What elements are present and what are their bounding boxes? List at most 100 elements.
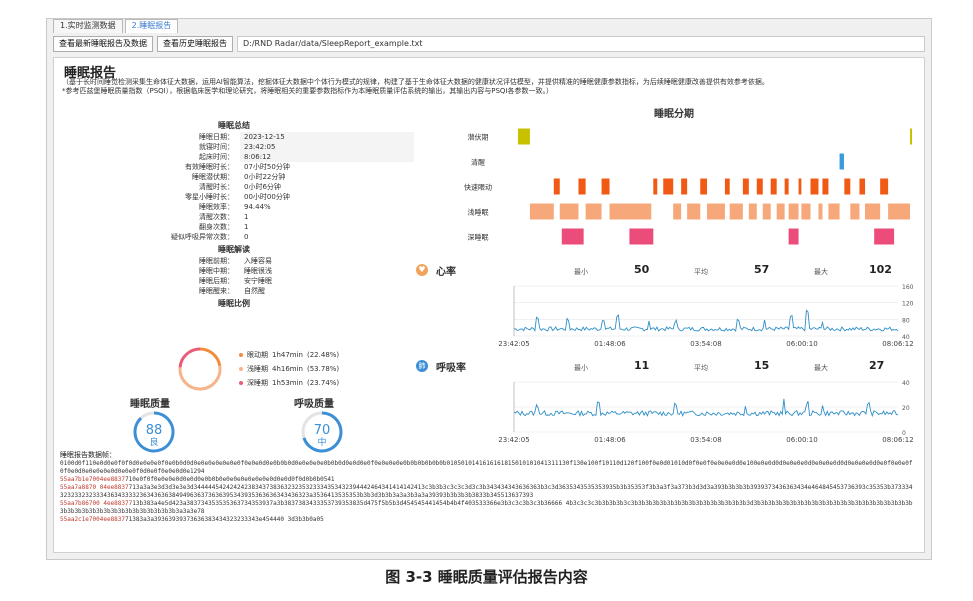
breath-rate-chart: 4020023:42:05 01:48:06 03:54:08 06:00:10 08:… xyxy=(498,380,913,444)
view-latest-report-button[interactable]: 查看最新睡眠报告及数据 xyxy=(53,36,153,52)
ytick: 80 xyxy=(902,317,910,324)
stage-segment xyxy=(629,228,654,245)
legend-time: 4h16min xyxy=(272,365,303,373)
interpretation-rows: 睡眠前期： 入睡容易 睡眠中期： 睡眠很浅 睡眠后期： 安宁睡眠 睡眠醒来： 自然醒 xyxy=(114,256,414,296)
stage-segment xyxy=(653,178,658,195)
stage-segment xyxy=(529,203,554,220)
interpretation-row: 睡眠中期： 睡眠很浅 xyxy=(114,266,414,276)
legend-pct: (22.48%) xyxy=(307,351,340,359)
stage-segment xyxy=(828,203,840,220)
ytick: 120 xyxy=(902,301,914,308)
legend-name: 深睡期 xyxy=(247,379,268,387)
legend-dot xyxy=(239,367,243,371)
xtick: 01:48:06 xyxy=(594,340,626,348)
stage-segment xyxy=(517,128,530,145)
summary-row: 起床时间： 8:06:12 xyxy=(114,152,414,162)
summary-key: 睡眠日期： xyxy=(199,133,234,141)
summary-row: 有效睡眠时长： 07小时50分钟 xyxy=(114,162,414,172)
raw-line: 0100d0f110e0d0e0f0f0d0e0e0e0f0e0b0d0d0e0… xyxy=(60,460,913,475)
summary-key: 起床时间： xyxy=(199,153,234,161)
lung-icon: 肺 xyxy=(416,360,428,372)
stage-segment xyxy=(839,153,844,170)
xtick: 08:06:12 xyxy=(882,340,913,348)
tab-realtime-monitoring[interactable]: 1.实时监测数据 xyxy=(53,19,123,33)
summary-row: 翻身次数： 1 xyxy=(114,222,414,232)
legend-name: 浅睡期 xyxy=(247,365,268,373)
stage-segment xyxy=(585,203,602,220)
interpretation-value: 自然醒 xyxy=(244,287,265,295)
summary-value: 2023-12-15 xyxy=(240,132,414,142)
heart-avg-label: 平均 xyxy=(694,268,708,276)
legend-name: 眼动期 xyxy=(247,351,268,359)
donut-slice xyxy=(178,365,222,391)
stage-label: 快速眼动 xyxy=(464,183,492,192)
view-history-report-button[interactable]: 查看历史睡眠报告 xyxy=(157,36,233,52)
heart-max-value: 102 xyxy=(869,263,892,276)
ratio-title: 睡眠比例 xyxy=(218,299,250,308)
sleep-stage-chart: 潜伏期清醒快速眼动浅睡眠深睡眠 23:42:05 01:48:06 03:54:08 0… xyxy=(464,128,926,256)
xtick: 23:42:05 xyxy=(498,340,529,348)
stage-xtick: 06:00:10 xyxy=(797,255,828,256)
heart-min-value: 50 xyxy=(634,263,650,276)
stage-label: 清醒 xyxy=(471,158,485,167)
stage-segment xyxy=(788,228,799,245)
heart-min-label: 最小 xyxy=(574,268,588,276)
xtick: 23:42:05 xyxy=(498,436,529,444)
summary-value: 94.44% xyxy=(244,203,271,211)
stage-segment xyxy=(561,228,584,245)
ytick: 160 xyxy=(902,284,914,291)
intro-line-2: *参考匹兹堡睡眠质量指数（PSQI），根据临床医学和理论研究，将睡眠相关的重要参… xyxy=(62,87,553,95)
ytick: 40 xyxy=(902,380,910,387)
interpretation-row: 睡眠前期： 入睡容易 xyxy=(114,256,414,266)
summary-value: 1 xyxy=(244,213,249,221)
stage-segment xyxy=(910,128,913,145)
stage-segment xyxy=(801,203,811,220)
gauge-score: 88 xyxy=(146,423,163,438)
xtick: 06:00:10 xyxy=(786,436,817,444)
figure-caption: 图 3-3 睡眠质量评估报告内容 xyxy=(385,568,588,586)
gauge-grade: 良 xyxy=(149,436,158,448)
breath-max-label: 最大 xyxy=(814,364,828,372)
report-panel: 睡眠报告 （基于长时间睡觉检测采集生命体征大数据，运用AI智能算法，挖掘体征大数… xyxy=(53,57,926,553)
ratio-legend-item: 深睡期 1h53min (23.74%) xyxy=(239,378,339,388)
stage-segment xyxy=(559,203,579,220)
gauge-score: 70 xyxy=(314,423,331,438)
file-path-field[interactable]: D:/RND Radar/data/SleepReport_example.tx… xyxy=(237,36,925,52)
stage-segment xyxy=(687,203,701,220)
summary-row: 睡眠潜伏期： 0小时22分钟 xyxy=(114,172,414,182)
stage-segment xyxy=(770,178,777,195)
raw-header: 55aa7a8870 04ee8837 xyxy=(60,484,129,491)
raw-data-frames[interactable]: 0100d0f110e0d0e0f0f0d0e0e0e0f0e0b0d0d0e0… xyxy=(60,460,914,546)
xtick: 03:54:08 xyxy=(690,436,721,444)
summary-row: 零星小睡时长： 00小时00分钟 xyxy=(114,192,414,202)
summary-value: 0小时6分钟 xyxy=(244,183,281,191)
summary-value: 07小时50分钟 xyxy=(244,163,290,171)
xtick: 08:06:12 xyxy=(882,436,913,444)
summary-value: 8:06:12 xyxy=(240,152,414,162)
summary-value: 00小时00分钟 xyxy=(244,193,290,201)
xtick: 01:48:06 xyxy=(594,436,626,444)
stage-segment xyxy=(859,178,866,195)
intro-line-1: （基于长时间睡觉检测采集生命体征大数据，运用AI智能算法，挖掘体征大数据中个体行… xyxy=(62,78,769,86)
summary-key: 清醒次数： xyxy=(199,213,234,221)
stage-segment xyxy=(788,203,799,220)
stage-segment xyxy=(729,203,743,220)
stage-segment xyxy=(880,178,889,195)
stage-xtick: 08:06:12 xyxy=(896,255,926,256)
summary-row: 清醒次数： 1 xyxy=(114,212,414,222)
stage-segment xyxy=(748,203,757,220)
interpretation-key: 睡眠前期： xyxy=(199,257,234,265)
legend-time: 1h53min xyxy=(272,379,303,387)
series-line xyxy=(513,309,899,332)
raw-data-title: 睡眠报告数据帧： xyxy=(60,451,116,459)
summary-title: 睡眠总结 xyxy=(218,121,250,130)
summary-rows: 睡眠日期： 2023-12-15 就寝时间： 23:42:05 起床时间： 8:06:12… xyxy=(114,132,414,242)
tab-sleep-report[interactable]: 2.睡眠报告 xyxy=(124,19,179,33)
heart-icon: ♥ xyxy=(416,264,428,276)
sleep-summary: 睡眠总结 睡眠日期： 2023-12-15 就寝时间： 23:42:05 起床时间： 8:… xyxy=(114,120,414,310)
sleep-ratio-donut xyxy=(178,347,222,391)
summary-row: 疑似呼吸异常次数： 0 xyxy=(114,232,414,242)
stage-segment xyxy=(762,203,771,220)
raw-header: 55aa2c1e7004ee8837 xyxy=(60,516,126,523)
summary-key: 睡眠效率： xyxy=(199,203,234,211)
